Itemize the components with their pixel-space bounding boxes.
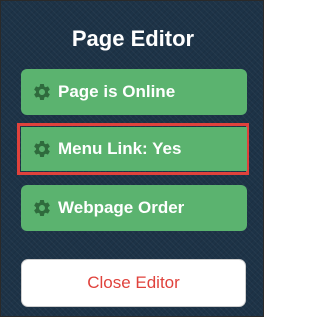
webpage-order-button[interactable]: Webpage Order — [21, 185, 247, 231]
gear-icon — [32, 82, 52, 102]
menu-link-button[interactable]: Menu Link: Yes — [21, 127, 247, 171]
menu-link-label: Menu Link: Yes — [58, 139, 182, 158]
gear-icon — [32, 139, 52, 159]
close-editor-button[interactable]: Close Editor — [21, 259, 246, 307]
page-online-label: Page is Online — [58, 82, 176, 101]
page-online-button[interactable]: Page is Online — [21, 69, 247, 115]
webpage-order-label: Webpage Order — [58, 198, 185, 217]
close-editor-label: Close Editor — [87, 273, 180, 292]
panel-title: Page Editor — [71, 26, 195, 51]
gear-icon — [32, 198, 52, 218]
page-editor-panel: Page Editor Page is Online Menu Link: Ye… — [0, 0, 264, 317]
